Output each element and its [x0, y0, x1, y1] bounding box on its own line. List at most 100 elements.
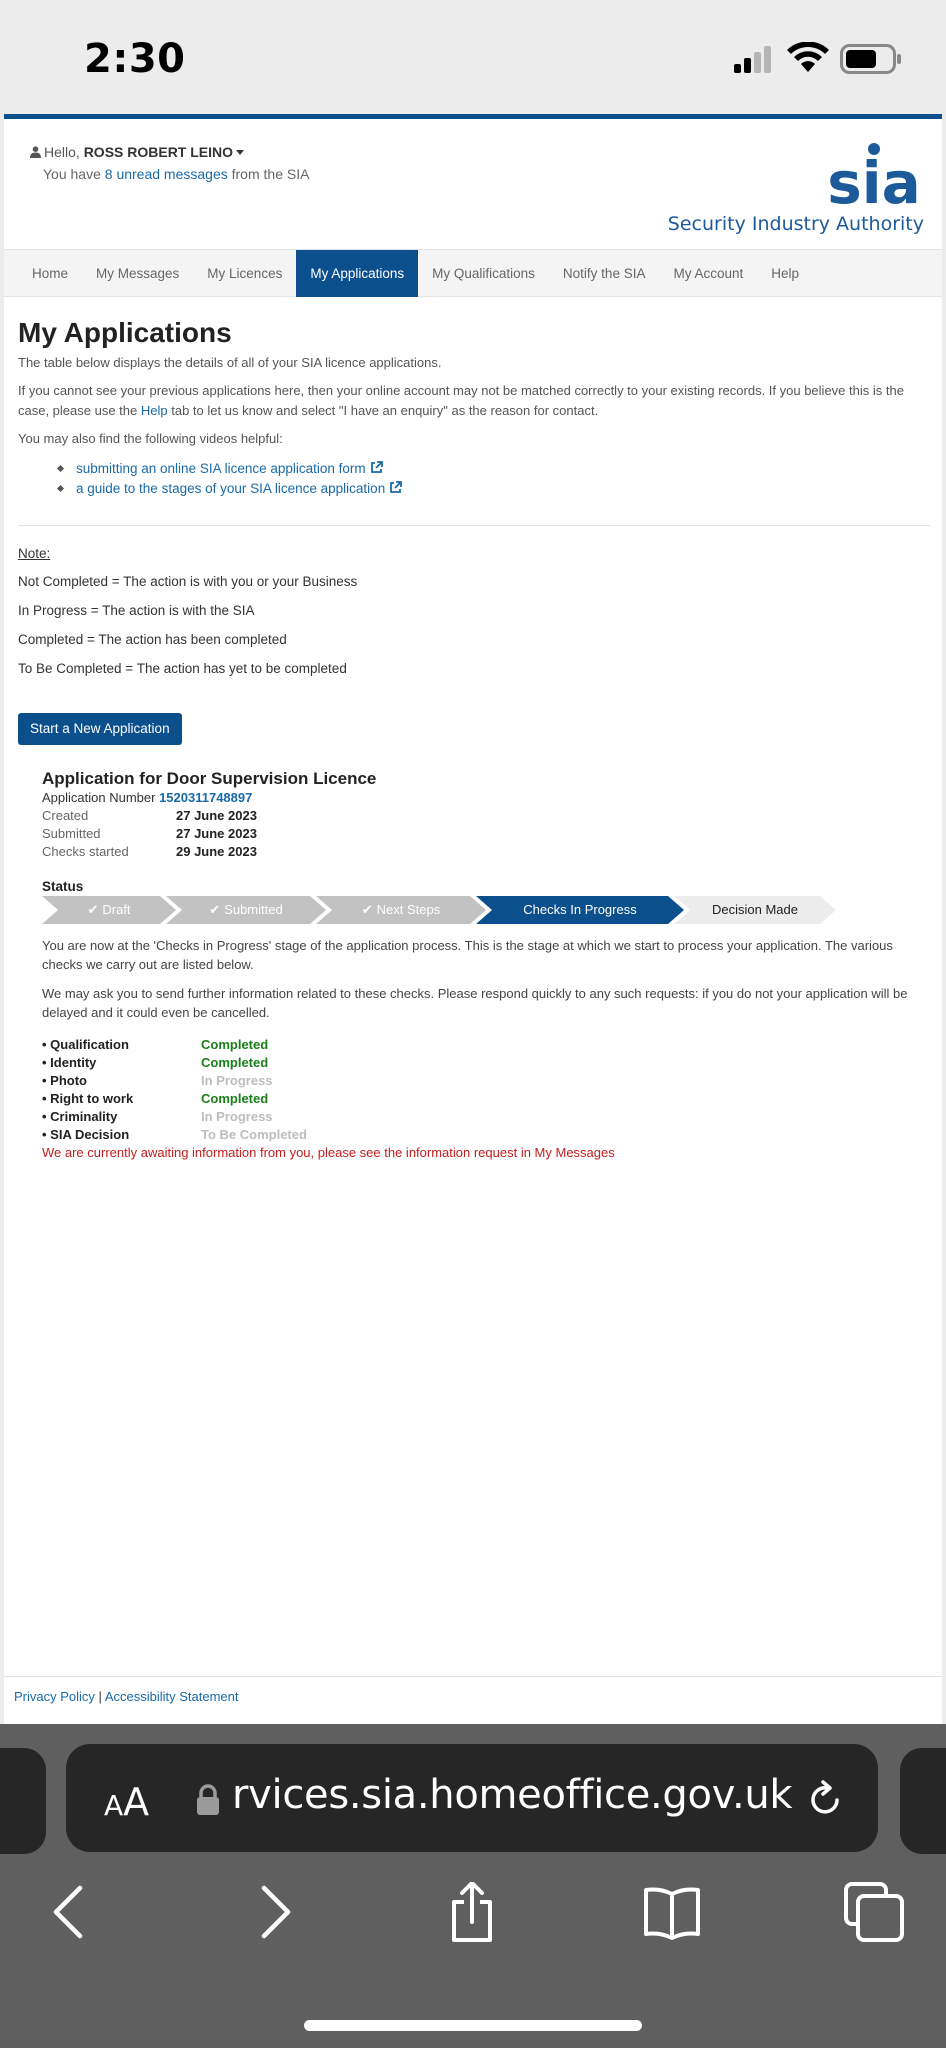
- check-status: In Progress: [201, 1073, 273, 1088]
- application-card: Application for Door Supervision Licence…: [42, 769, 912, 1162]
- main-nav: Home My Messages My Licences My Applicat…: [4, 249, 942, 297]
- wifi-icon: [787, 42, 829, 72]
- nav-home[interactable]: Home: [18, 250, 82, 297]
- check-row-right-to-work: • Right to work Completed: [42, 1090, 912, 1108]
- user-icon: [30, 146, 41, 158]
- previous-tab-peek[interactable]: [0, 1748, 46, 1854]
- ios-status-bar: 2:30: [0, 0, 946, 114]
- account-note-part2: tab to let us know and select "I have an…: [171, 403, 599, 418]
- check-status: Completed: [201, 1055, 269, 1070]
- nav-notify-the-sia[interactable]: Notify the SIA: [549, 250, 660, 297]
- nav-my-messages[interactable]: My Messages: [82, 250, 193, 297]
- intro-text: The table below displays the details of …: [18, 355, 442, 370]
- note-not-completed: Not Completed = The action is with you o…: [18, 574, 358, 589]
- aa-big: A: [123, 1780, 150, 1824]
- check-status: Completed: [201, 1091, 269, 1106]
- home-indicator: [304, 2020, 642, 2031]
- note-completed: Completed = The action has been complete…: [18, 632, 287, 647]
- created-row: Created 27 June 2023: [42, 807, 912, 825]
- unread-prefix: You have: [43, 166, 101, 182]
- share-icon[interactable]: [442, 1882, 502, 1942]
- note-in-progress: In Progress = The action is with the SIA: [18, 603, 255, 618]
- back-icon[interactable]: [40, 1882, 100, 1942]
- user-greeting[interactable]: Hello, ROSS ROBERT LEINO: [30, 144, 245, 160]
- nav-my-applications[interactable]: My Applications: [296, 250, 419, 297]
- step-label: Decision Made: [712, 902, 798, 917]
- step-label: Submitted: [224, 902, 283, 917]
- start-new-application-button[interactable]: Start a New Application: [18, 713, 182, 745]
- reader-text-size-button[interactable]: AA: [104, 1780, 149, 1824]
- videos-intro: You may also find the following videos h…: [18, 431, 283, 446]
- request-description: We may ask you to send further informati…: [42, 986, 908, 1020]
- aa-small: A: [104, 1789, 124, 1822]
- checks-started-row: Checks started 29 June 2023: [42, 843, 912, 861]
- check-row-qualification: • Qualification Completed: [42, 1036, 912, 1054]
- accessibility-statement-link[interactable]: Accessibility Statement: [105, 1689, 239, 1704]
- created-label: Created: [42, 808, 89, 823]
- step-label: Checks In Progress: [523, 902, 637, 917]
- check-name: • Criminality: [42, 1109, 118, 1124]
- check-icon: ✔: [361, 902, 373, 917]
- next-tab-peek[interactable]: [900, 1748, 946, 1854]
- footer-separator: |: [98, 1689, 102, 1704]
- application-title: Application for Door Supervision Licence: [42, 769, 377, 788]
- videos-list: submitting an online SIA licence applica…: [56, 459, 930, 499]
- submitted-value: 27 June 2023: [176, 826, 257, 841]
- check-row-identity: • Identity Completed: [42, 1054, 912, 1072]
- application-number-row: Application Number 1520311748897: [42, 789, 912, 807]
- nav-my-qualifications[interactable]: My Qualifications: [418, 250, 549, 297]
- checks-list: • Qualification Completed • Identity Compl…: [42, 1036, 912, 1144]
- nav-my-account[interactable]: My Account: [659, 250, 757, 297]
- stage-description: You are now at the 'Checks in Progress' …: [42, 938, 893, 972]
- chevron-down-icon[interactable]: [236, 150, 245, 155]
- account-note: If you cannot see your previous applicat…: [18, 381, 930, 421]
- step-checks-in-progress: Checks In Progress: [476, 896, 684, 924]
- step-label: Draft: [102, 902, 131, 917]
- reload-icon[interactable]: [806, 1780, 844, 1818]
- check-row-sia-decision: • SIA Decision To Be Completed: [42, 1126, 912, 1144]
- check-icon: ✔: [209, 902, 221, 917]
- tabs-icon[interactable]: [844, 1882, 904, 1942]
- nav-help[interactable]: Help: [757, 250, 813, 297]
- external-link-icon: [370, 461, 383, 473]
- video-link-label[interactable]: submitting an online SIA licence applica…: [76, 461, 366, 476]
- check-icon: ✔: [87, 902, 99, 917]
- battery-icon: [840, 44, 901, 74]
- application-number-link[interactable]: 1520311748897: [159, 790, 252, 805]
- divider: [18, 525, 930, 526]
- check-name: • Photo: [42, 1073, 87, 1088]
- check-row-criminality: • Criminality In Progress: [42, 1108, 912, 1126]
- logo-mark-text: sia: [828, 149, 920, 209]
- forward-icon[interactable]: [244, 1882, 304, 1942]
- nav-my-licences[interactable]: My Licences: [193, 250, 296, 297]
- step-label: Next Steps: [376, 902, 441, 917]
- video-link-label[interactable]: a guide to the stages of your SIA licenc…: [76, 481, 385, 496]
- help-link[interactable]: Help: [141, 403, 168, 418]
- checks-started-label: Checks started: [42, 844, 129, 859]
- video-link-application-form[interactable]: submitting an online SIA licence applica…: [56, 459, 930, 479]
- check-name: • Qualification: [42, 1037, 129, 1052]
- sia-logo-mark: sia: [828, 143, 920, 209]
- address-bar[interactable]: AA rvices.sia.homeoffice.gov.uk: [66, 1744, 878, 1852]
- status-heading: Status: [42, 879, 84, 894]
- note-heading: Note:: [18, 546, 51, 561]
- logo-text: Security Industry Authority: [667, 213, 924, 235]
- browser-toolbar: AA rvices.sia.homeoffice.gov.uk: [0, 1724, 946, 2048]
- bullet-icon: [56, 464, 65, 473]
- unread-messages-link[interactable]: 8 unread messages: [105, 166, 228, 182]
- step-next-steps: ✔ Next Steps: [316, 896, 486, 924]
- video-link-stages-guide[interactable]: a guide to the stages of your SIA licenc…: [56, 479, 930, 499]
- sia-logo[interactable]: sia Security Industry Authority: [664, 143, 924, 243]
- step-draft: ✔ Draft: [42, 896, 176, 924]
- bookmarks-icon[interactable]: [642, 1882, 702, 1942]
- note-to-be-completed: To Be Completed = The action has yet to …: [18, 661, 347, 676]
- privacy-policy-link[interactable]: Privacy Policy: [14, 1689, 95, 1704]
- web-page: Hello, ROSS ROBERT LEINO You have 8 unre…: [4, 114, 942, 1724]
- main-content: My Applications The table below displays…: [18, 317, 930, 1162]
- check-status: To Be Completed: [201, 1127, 307, 1142]
- submitted-label: Submitted: [42, 826, 101, 841]
- user-name[interactable]: ROSS ROBERT LEINO: [84, 144, 233, 160]
- awaiting-information-alert[interactable]: We are currently awaiting information fr…: [42, 1144, 912, 1162]
- checks-started-value: 29 June 2023: [176, 844, 257, 859]
- url-text[interactable]: rvices.sia.homeoffice.gov.uk: [232, 1772, 793, 1818]
